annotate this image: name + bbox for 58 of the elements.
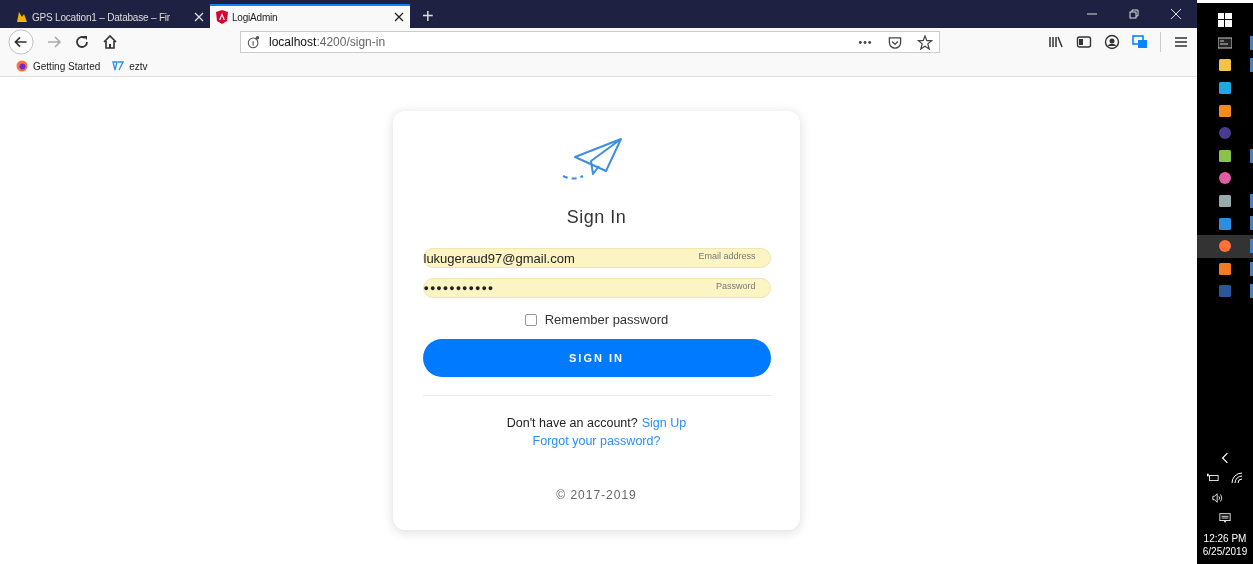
sign-in-title: Sign In [566,207,627,228]
shield-icon [216,10,228,24]
url-text: localhost:4200/sign-in [269,35,386,49]
password-field[interactable]: ●●●●●●●●●●● Password [422,278,771,298]
copyright-text: © 2017-2019 [556,488,637,502]
field-label: Password [716,281,756,291]
bookmark-icon [112,60,125,72]
running-indicator [1250,58,1253,73]
home-icon[interactable] [102,34,118,50]
bookmark-link[interactable]: Getting Started [16,60,101,72]
sync-tabs-icon[interactable] [1132,34,1148,50]
restore-icon[interactable] [1129,9,1139,19]
speaker-icon[interactable] [1212,492,1224,504]
back-icon[interactable] [8,29,34,55]
menu-icon[interactable] [1173,34,1189,50]
app-tile-icon [1218,261,1232,276]
browser-tab[interactable]: GPS Location1 – Database – Fir [10,4,210,28]
account-icon[interactable] [1104,34,1120,50]
running-indicator [1250,238,1253,253]
running-indicator [1250,193,1253,208]
email-field[interactable]: lukugeraud97@gmail.com Email address [422,248,771,268]
signup-prompt: Don't have an account? [506,416,638,430]
sign-up-link[interactable]: Sign Up [641,416,687,430]
running-indicator [1250,148,1253,163]
reload-icon[interactable] [74,34,90,50]
running-indicator [1250,261,1253,276]
pocket-icon[interactable] [887,34,903,50]
library-icon[interactable] [1048,34,1064,50]
sidebar-icon[interactable] [1076,34,1092,50]
taskbar-app[interactable] [1197,234,1253,258]
wifi-icon[interactable] [1231,472,1243,484]
running-indicator [1250,35,1253,50]
running-indicator [1250,284,1253,299]
forgot-password-link[interactable]: Forgot your password? [532,434,661,448]
notification-icon[interactable] [1219,512,1231,524]
chevron-left-icon[interactable] [1219,452,1231,464]
info-icon [247,35,261,49]
sign-in-button[interactable]: SIGN IN [422,339,771,377]
address-bar[interactable]: localhost:4200/sign-in [240,31,940,53]
star-icon[interactable] [917,34,933,50]
running-indicator [1250,216,1253,231]
checkbox-label: Remember password [544,312,669,327]
clock-date[interactable]: 6/25/2019 [1202,545,1248,558]
checkbox[interactable] [524,313,537,326]
browser-tab[interactable]: LogiAdmin [210,4,410,28]
battery-icon[interactable] [1207,472,1219,484]
tab-title: LogiAdmin [232,11,279,23]
windows-icon [1218,13,1232,28]
new-tab-button[interactable]: + [422,4,434,28]
clock-time[interactable]: 12:26 PM [1203,532,1247,545]
terminal-icon [1218,35,1232,50]
email-value: lukugeraud97@gmail.com [423,250,575,266]
bookmark-link[interactable]: eztv [112,60,148,72]
field-label: Email address [698,251,756,261]
flame-icon [16,10,28,24]
password-dots: ●●●●●●●●●●● [423,283,495,293]
tab-title: GPS Location1 – Database – Fir [32,11,171,23]
close-icon[interactable] [394,12,404,22]
